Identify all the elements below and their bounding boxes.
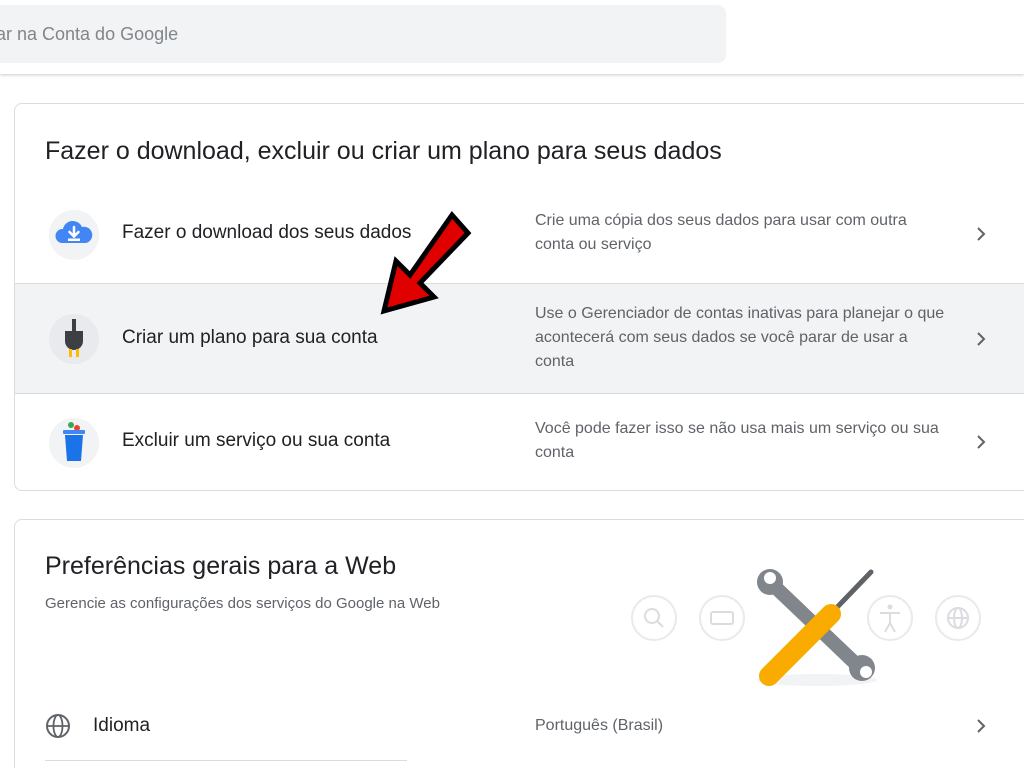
search-box[interactable] (0, 5, 726, 63)
language-value: Português (Brasil) (535, 717, 664, 734)
globe-icon (935, 595, 981, 641)
web-preferences-illustration (631, 569, 981, 686)
language-label: Idioma (93, 715, 151, 736)
accessibility-icon (867, 595, 913, 641)
language-row[interactable]: Idioma Português (Brasil) (15, 698, 1024, 754)
row-label: Fazer o download dos seus dados (122, 222, 412, 243)
section-subtitle: Gerencie as configurações dos serviços d… (45, 595, 440, 612)
chevron-right-icon (975, 714, 989, 738)
web-preferences-card: Preferências gerais para a Web Gerencie … (14, 519, 1024, 768)
row-description: Crie uma cópia dos seus dados para usar … (535, 212, 907, 253)
inactive-account-plan-row[interactable]: Criar um plano para sua conta Use o Gere… (15, 283, 1024, 394)
wrench-screwdriver-icon (757, 569, 877, 686)
keyboard-icon (699, 595, 745, 641)
search-icon (631, 595, 677, 641)
section-title: Fazer o download, excluir ou criar um pl… (45, 137, 722, 165)
top-bar (0, 0, 1024, 74)
chevron-right-icon (975, 327, 989, 351)
search-input[interactable] (0, 5, 726, 63)
trash-bin-icon (49, 418, 99, 468)
cloud-download-icon (49, 210, 99, 260)
row-description: Você pode fazer isso se não usa mais um … (535, 420, 939, 461)
delete-service-row[interactable]: Excluir um serviço ou sua conta Você pod… (15, 394, 1024, 490)
chevron-right-icon (975, 222, 989, 246)
download-data-row[interactable]: Fazer o download dos seus dados Crie uma… (15, 182, 1024, 283)
chevron-right-icon (975, 430, 989, 454)
section-title: Preferências gerais para a Web (45, 552, 397, 580)
globe-icon (46, 714, 70, 738)
row-description: Use o Gerenciador de contas inativas par… (535, 305, 945, 370)
plug-icon (49, 314, 99, 364)
data-options-card: Fazer o download, excluir ou criar um pl… (14, 103, 1024, 491)
row-label: Excluir um serviço ou sua conta (122, 430, 391, 451)
row-label: Criar um plano para sua conta (122, 327, 378, 348)
divider (45, 760, 407, 761)
